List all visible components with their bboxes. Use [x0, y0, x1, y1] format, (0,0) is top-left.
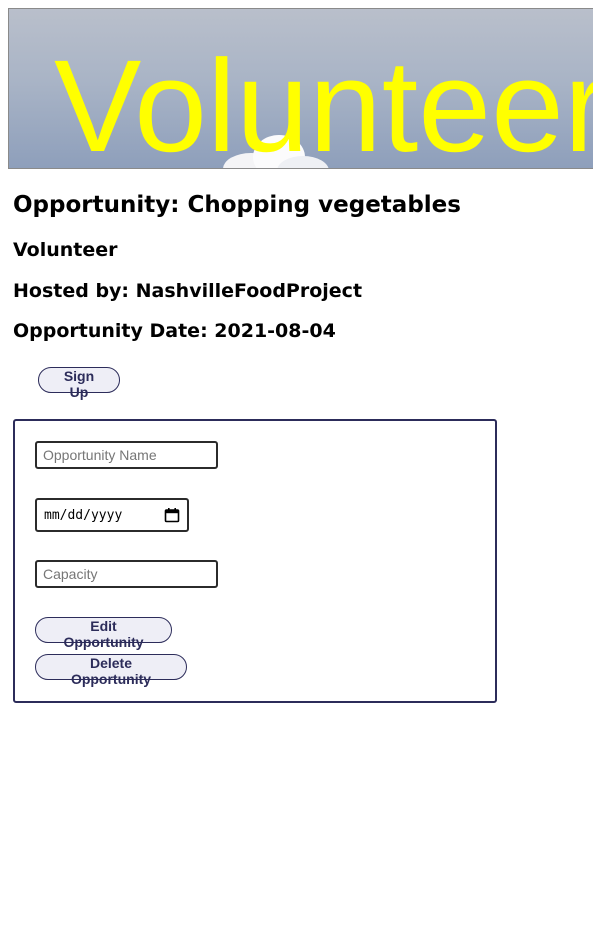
- opportunity-date: Opportunity Date: 2021-08-04: [13, 320, 336, 342]
- opportunity-title: Opportunity: Chopping vegetables: [13, 192, 461, 218]
- edit-opportunity-button[interactable]: Edit Opportunity: [35, 617, 172, 650]
- opportunity-name-input[interactable]: [35, 441, 218, 469]
- calendar-icon[interactable]: [164, 507, 180, 523]
- role-label: Volunteer: [13, 239, 118, 261]
- host-label: Hosted by: NashvilleFoodProject: [13, 280, 363, 302]
- delete-opportunity-button[interactable]: Delete Opportunity: [35, 654, 187, 687]
- banner-title: VolunteerHub: [54, 32, 593, 169]
- header-banner: VolunteerHub: [8, 8, 593, 169]
- opportunity-date-input[interactable]: mm/dd/yyyy: [35, 498, 189, 532]
- date-input-placeholder: mm/dd/yyyy: [44, 507, 123, 523]
- capacity-input[interactable]: [35, 560, 218, 588]
- sign-up-button[interactable]: Sign Up: [38, 367, 120, 400]
